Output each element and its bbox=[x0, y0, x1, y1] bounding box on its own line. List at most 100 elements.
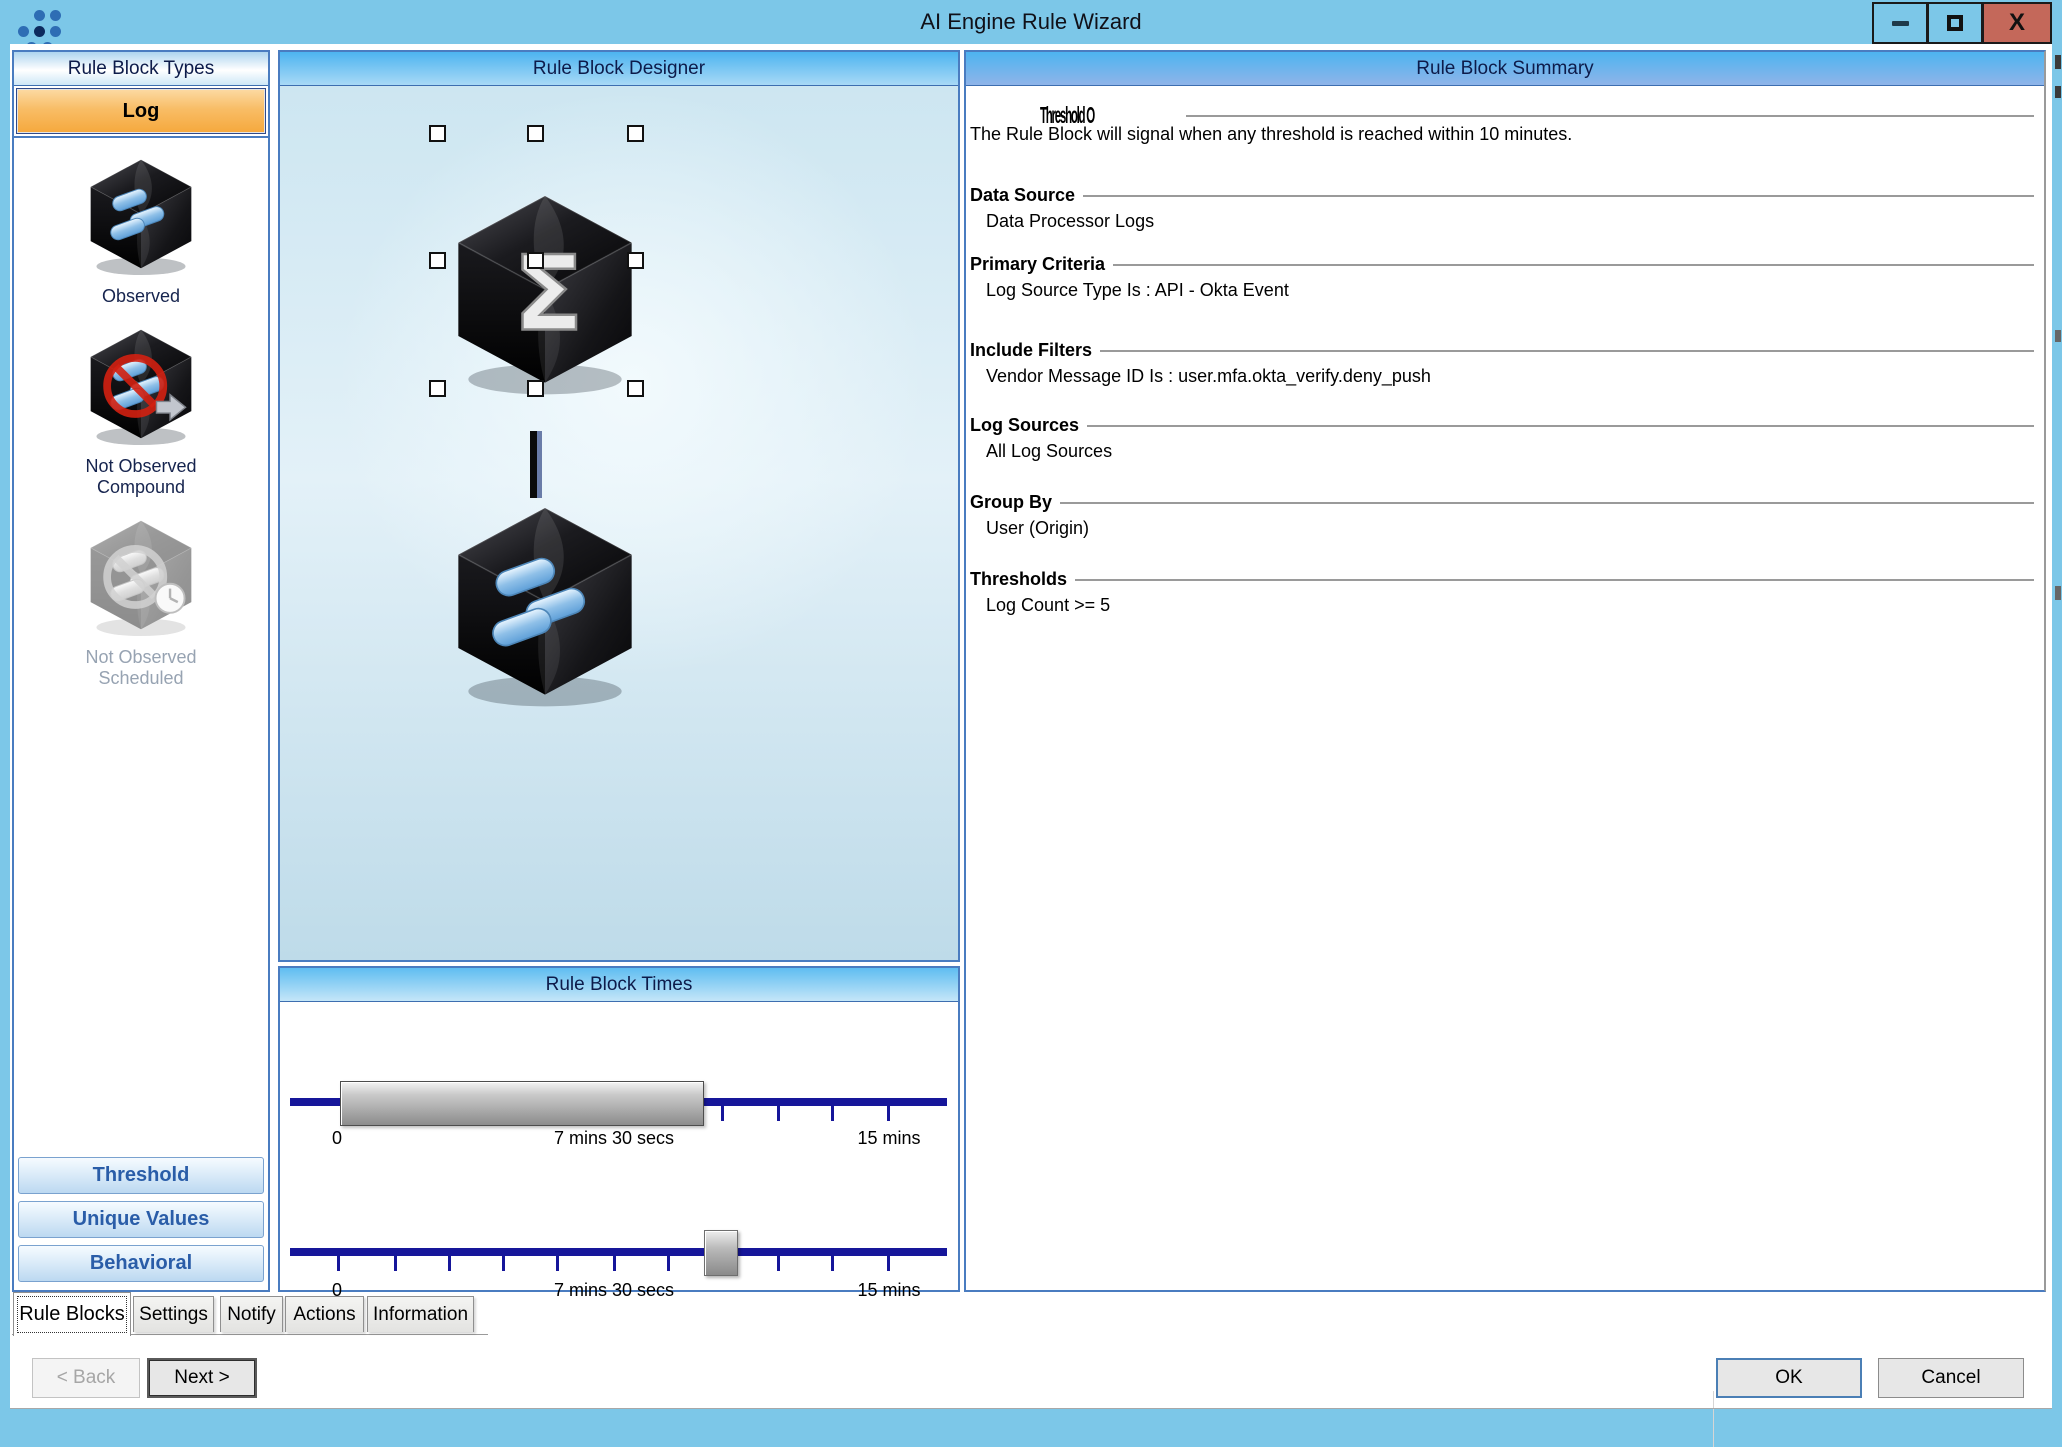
slider-tick bbox=[831, 1106, 834, 1121]
next-button[interactable]: Next > bbox=[147, 1358, 257, 1398]
slider-max-label: 15 mins bbox=[857, 1128, 920, 1149]
section-label: Primary Criteria bbox=[970, 254, 1105, 275]
summary-section-primary-criteria: Primary Criteria Log Source Type Is : AP… bbox=[970, 254, 2034, 301]
selection-handle-bottom-1[interactable] bbox=[527, 380, 544, 397]
slider-tick bbox=[613, 1256, 616, 1271]
slider-tick bbox=[887, 1106, 890, 1121]
cube-logs-icon bbox=[445, 498, 645, 708]
cube-banned-clock-icon bbox=[77, 515, 205, 637]
back-button[interactable]: < Back bbox=[32, 1358, 140, 1398]
titlebar[interactable]: AI Engine Rule Wizard X bbox=[0, 0, 2062, 44]
slider-mid-label: 7 mins 30 secs bbox=[554, 1128, 674, 1149]
section-value: Log Count >= 5 bbox=[986, 595, 2034, 616]
type-item-not-observed-scheduled: Not Observed Scheduled bbox=[14, 515, 268, 690]
slider-tick bbox=[337, 1256, 340, 1271]
selection-handle-top-0[interactable] bbox=[429, 125, 446, 142]
category-buttons: Threshold Unique Values Behavioral bbox=[18, 1157, 264, 1282]
selection-handle-mid-2[interactable] bbox=[627, 252, 644, 269]
wizard-content: Rule Block Types Log Observed Not Observ… bbox=[10, 44, 2052, 1408]
cube-sigma-icon bbox=[445, 186, 645, 396]
selection-handle-top-1[interactable] bbox=[527, 125, 544, 142]
close-button[interactable]: X bbox=[1982, 2, 2052, 44]
slider-tick bbox=[777, 1106, 780, 1121]
log-source-block[interactable] bbox=[445, 498, 645, 713]
slider-tick bbox=[831, 1256, 834, 1271]
type-label: Scheduled bbox=[98, 668, 183, 688]
section-label: Log Sources bbox=[970, 415, 1079, 436]
section-value: Data Processor Logs bbox=[986, 211, 2034, 232]
category-unique-values-button[interactable]: Unique Values bbox=[18, 1201, 264, 1238]
selection-handle-mid-1[interactable] bbox=[527, 252, 544, 269]
selection-handle-bottom-2[interactable] bbox=[627, 380, 644, 397]
window-title: AI Engine Rule Wizard bbox=[0, 9, 2062, 35]
slider-tick bbox=[394, 1256, 397, 1271]
section-label: Group By bbox=[970, 492, 1052, 513]
heading-rule-line bbox=[1186, 115, 2034, 118]
rule-block-designer-panel: Rule Block Designer bbox=[278, 50, 960, 962]
slider-tick bbox=[448, 1256, 451, 1271]
rule-block-times-panel: Rule Block Times 0 7 mins 30 secs 15 min… bbox=[278, 966, 960, 1292]
type-label: Not Observed bbox=[85, 456, 196, 476]
rule-block-type-list: Observed Not Observed Compound Not Obser… bbox=[14, 136, 268, 1160]
rule-block-times-header: Rule Block Times bbox=[280, 968, 958, 1002]
summary-section-log-sources: Log Sources All Log Sources bbox=[970, 415, 2034, 462]
tab-information[interactable]: Information bbox=[367, 1296, 474, 1332]
summary-section-group-by: Group By User (Origin) bbox=[970, 492, 2034, 539]
rule-block-types-panel: Rule Block Types Log Observed Not Observ… bbox=[12, 50, 270, 1292]
type-label: Not Observed bbox=[85, 647, 196, 667]
block-connector-line[interactable] bbox=[530, 431, 542, 498]
rule-block-types-header: Rule Block Types bbox=[14, 52, 268, 86]
slider-tick bbox=[721, 1106, 724, 1121]
ok-button[interactable]: OK bbox=[1716, 1358, 1862, 1398]
summary-section-data-source: Data Source Data Processor Logs bbox=[970, 185, 2034, 232]
tab-rule-blocks[interactable]: Rule Blocks bbox=[13, 1292, 131, 1336]
layout-divider bbox=[1713, 1391, 1714, 1447]
slider-mid-label: 7 mins 30 secs bbox=[554, 1280, 674, 1301]
threshold-sigma-block[interactable] bbox=[445, 186, 645, 401]
summary-section-thresholds: Thresholds Log Count >= 5 bbox=[970, 569, 2034, 616]
category-log-button[interactable]: Log bbox=[17, 89, 265, 133]
rule-block-summary-panel: Rule Block Summary Threshold O The Rule … bbox=[964, 50, 2046, 1292]
slider-thumb[interactable] bbox=[704, 1230, 738, 1276]
type-item-not-observed-compound[interactable]: Not Observed Compound bbox=[14, 324, 268, 499]
cube-banned-arrow-icon bbox=[77, 324, 205, 446]
slider-tick bbox=[502, 1256, 505, 1271]
footer-separator bbox=[10, 1408, 2052, 1409]
section-value: All Log Sources bbox=[986, 441, 2034, 462]
category-behavioral-button[interactable]: Behavioral bbox=[18, 1245, 264, 1282]
tab-settings[interactable]: Settings bbox=[133, 1296, 214, 1332]
screen-edge-artifacts bbox=[2053, 0, 2062, 1434]
cube-logs-icon bbox=[77, 154, 205, 276]
selection-handle-top-2[interactable] bbox=[627, 125, 644, 142]
rule-block-summary-header: Rule Block Summary bbox=[966, 52, 2044, 86]
slider-track[interactable] bbox=[290, 1248, 947, 1256]
cancel-button[interactable]: Cancel bbox=[1878, 1358, 2024, 1398]
slider-tick bbox=[667, 1256, 670, 1271]
type-item-observed[interactable]: Observed bbox=[14, 154, 268, 308]
slider-tick bbox=[777, 1256, 780, 1271]
category-threshold-button[interactable]: Threshold bbox=[18, 1157, 264, 1194]
designer-canvas[interactable] bbox=[280, 86, 958, 960]
section-label: Data Source bbox=[970, 185, 1075, 206]
ai-engine-rule-wizard-window: { "window": { "title": "AI Engine Rule W… bbox=[0, 0, 2062, 1434]
maximize-button[interactable] bbox=[1927, 2, 1982, 44]
slider-max-label: 15 mins bbox=[857, 1280, 920, 1301]
rule-block-designer-header: Rule Block Designer bbox=[280, 52, 958, 86]
section-value: User (Origin) bbox=[986, 518, 2034, 539]
summary-intro-text: The Rule Block will signal when any thre… bbox=[970, 124, 1572, 145]
section-label: Include Filters bbox=[970, 340, 1092, 361]
minimize-button[interactable] bbox=[1872, 2, 1927, 44]
slider-range-bar[interactable] bbox=[340, 1081, 704, 1126]
slider-tick bbox=[556, 1256, 559, 1271]
slider-min-label: 0 bbox=[332, 1128, 342, 1149]
slider-tick bbox=[887, 1256, 890, 1271]
section-value: Vendor Message ID Is : user.mfa.okta_ver… bbox=[986, 366, 2034, 387]
tab-actions[interactable]: Actions bbox=[285, 1296, 364, 1332]
section-label: Thresholds bbox=[970, 569, 1067, 590]
minimize-icon bbox=[1892, 21, 1909, 26]
tab-notify[interactable]: Notify bbox=[220, 1296, 283, 1332]
selection-handle-bottom-0[interactable] bbox=[429, 380, 446, 397]
selection-handle-mid-0[interactable] bbox=[429, 252, 446, 269]
type-label: Observed bbox=[14, 286, 268, 308]
section-value: Log Source Type Is : API - Okta Event bbox=[986, 280, 2034, 301]
